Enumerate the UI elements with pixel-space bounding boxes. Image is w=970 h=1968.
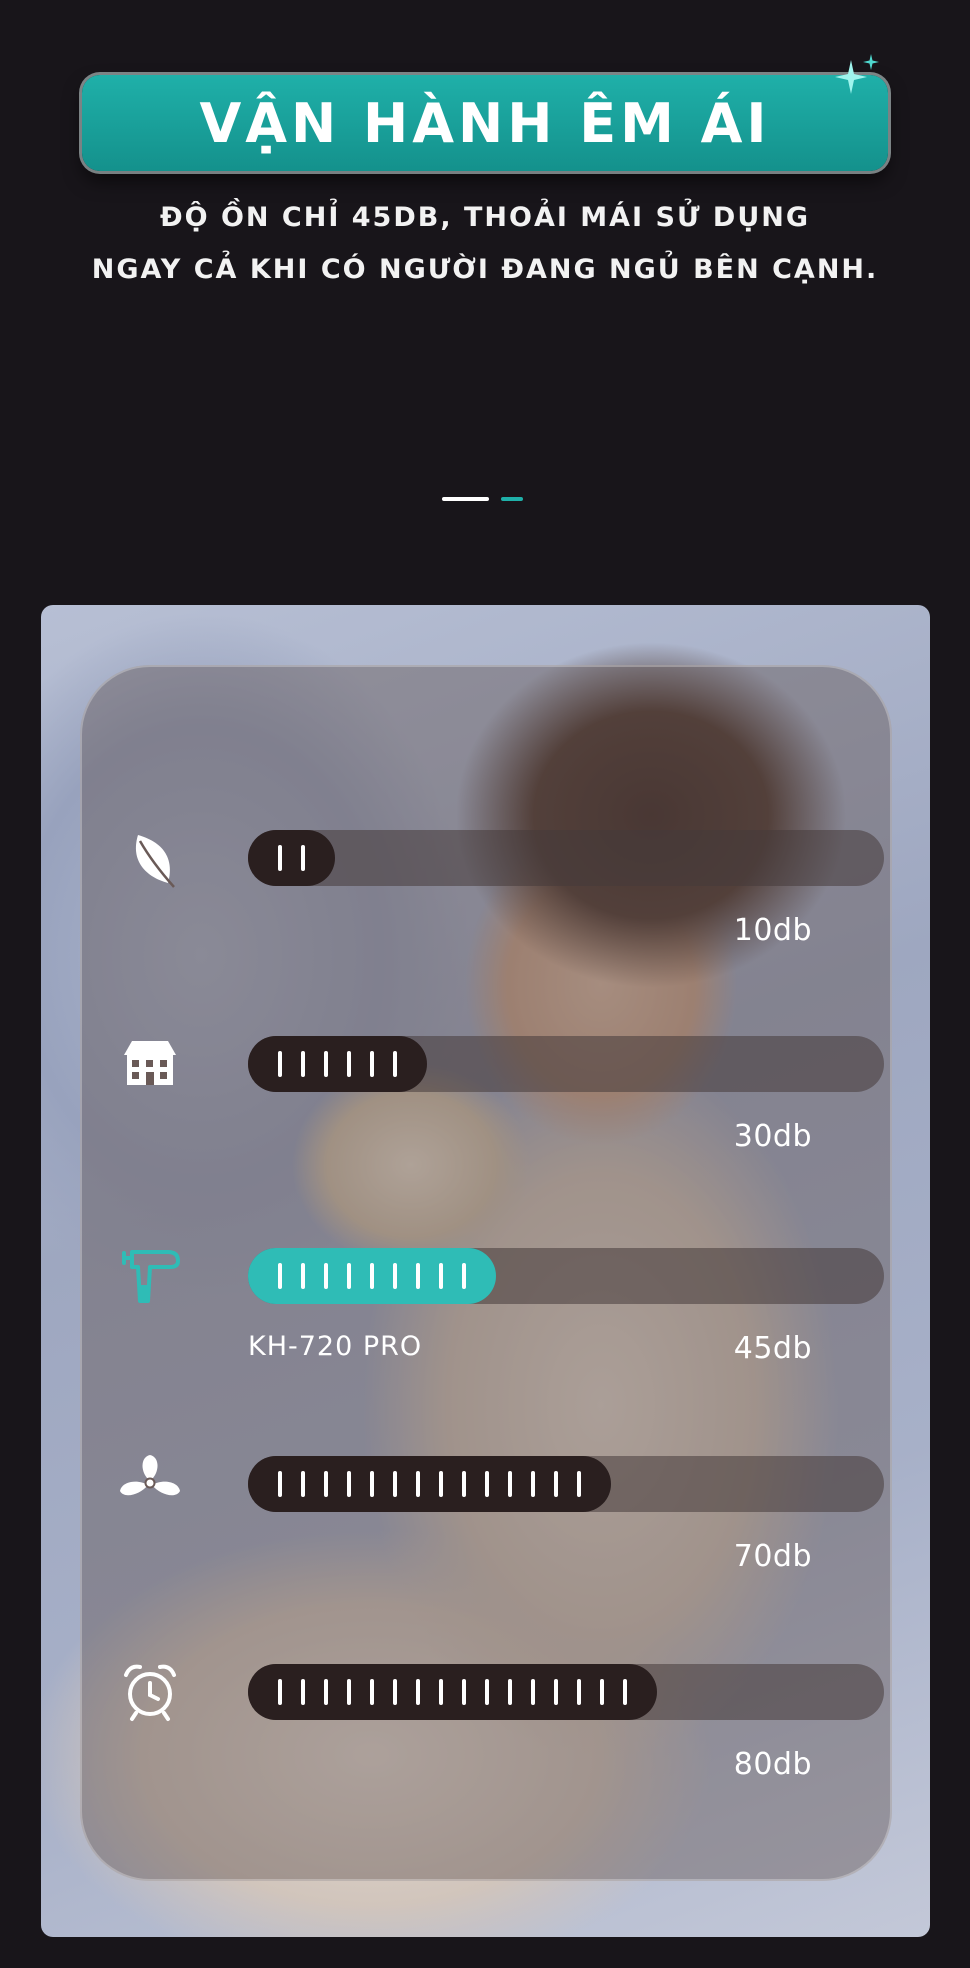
level-tick (301, 1471, 305, 1497)
noise-row-fan: 70db (80, 1451, 892, 1581)
level-tick (393, 1679, 397, 1705)
db-label: 70db (733, 1539, 812, 1574)
level-tick (577, 1471, 581, 1497)
subtitle-line-2: NGAY CẢ KHI CÓ NGƯỜI ĐANG NGỦ BÊN CẠNH. (91, 254, 879, 285)
level-tick (278, 1051, 282, 1077)
db-label: 80db (733, 1747, 812, 1782)
pager-dot-active[interactable] (442, 497, 489, 501)
level-tick (623, 1679, 627, 1705)
noise-level-track (248, 830, 884, 886)
level-tick (439, 1471, 443, 1497)
level-tick (370, 1471, 374, 1497)
level-tick (278, 1471, 282, 1497)
level-tick (393, 1471, 397, 1497)
model-label: KH-720 PRO (248, 1331, 423, 1362)
alarm-clock-icon (124, 1664, 176, 1721)
noise-level-track (248, 1036, 884, 1092)
db-label: 10db (733, 913, 812, 948)
level-tick (462, 1263, 466, 1289)
page-title: VẬN HÀNH ÊM ÁI (199, 91, 771, 155)
level-tick (278, 1679, 282, 1705)
noise-row-house: 30db (80, 1031, 892, 1161)
sparkle-icon (835, 54, 879, 94)
level-tick (301, 1051, 305, 1077)
level-tick (416, 1679, 420, 1705)
level-tick (439, 1679, 443, 1705)
level-tick (577, 1679, 581, 1705)
level-tick (301, 845, 305, 871)
subtitle-line-1: ĐỘ ỒN CHỈ 45DB, THOẢI MÁI SỬ DỤNG (159, 202, 811, 233)
leaf-icon (135, 835, 175, 888)
db-label: 45db (733, 1331, 812, 1366)
noise-level-fill (248, 830, 335, 886)
noise-level-fill (248, 1036, 427, 1092)
sleeping-child-photo: 10db 30db KH-720 PRO 45db 70db 80db (41, 605, 930, 1937)
level-tick (531, 1471, 535, 1497)
level-tick (485, 1471, 489, 1497)
noise-level-fill (248, 1456, 611, 1512)
house-icon (124, 1041, 176, 1085)
level-tick (324, 1679, 328, 1705)
level-tick (278, 1263, 282, 1289)
noise-row-massage-gun: KH-720 PRO 45db (80, 1243, 892, 1373)
level-tick (439, 1263, 443, 1289)
level-tick (347, 1679, 351, 1705)
level-tick (554, 1679, 558, 1705)
level-tick (347, 1051, 351, 1077)
noise-level-track (248, 1248, 884, 1304)
level-tick (347, 1471, 351, 1497)
level-tick (393, 1051, 397, 1077)
level-tick (301, 1679, 305, 1705)
slide-pager[interactable] (442, 497, 523, 501)
level-tick (485, 1679, 489, 1705)
title-banner: VẬN HÀNH ÊM ÁI (82, 75, 888, 171)
level-tick (416, 1263, 420, 1289)
noise-row-leaf: 10db (80, 825, 892, 955)
level-tick (600, 1679, 604, 1705)
fan-icon (120, 1455, 180, 1496)
pager-dot[interactable] (501, 497, 523, 501)
massage-gun-icon (122, 1250, 180, 1303)
level-tick (370, 1263, 374, 1289)
level-tick (508, 1679, 512, 1705)
noise-level-fill (248, 1248, 496, 1304)
level-tick (462, 1471, 466, 1497)
level-tick (301, 1263, 305, 1289)
level-tick (531, 1679, 535, 1705)
level-tick (370, 1679, 374, 1705)
noise-comparison-panel: 10db 30db KH-720 PRO 45db 70db 80db (80, 665, 892, 1881)
db-label: 30db (733, 1119, 812, 1154)
level-tick (393, 1263, 397, 1289)
level-tick (347, 1263, 351, 1289)
level-tick (324, 1471, 328, 1497)
level-tick (324, 1051, 328, 1077)
noise-level-track (248, 1664, 884, 1720)
level-tick (278, 845, 282, 871)
level-tick (462, 1679, 466, 1705)
level-tick (370, 1051, 374, 1077)
noise-row-alarm-clock: 80db (80, 1659, 892, 1789)
level-tick (324, 1263, 328, 1289)
level-tick (508, 1471, 512, 1497)
noise-level-track (248, 1456, 884, 1512)
noise-level-fill (248, 1664, 657, 1720)
level-tick (416, 1471, 420, 1497)
level-tick (554, 1471, 558, 1497)
